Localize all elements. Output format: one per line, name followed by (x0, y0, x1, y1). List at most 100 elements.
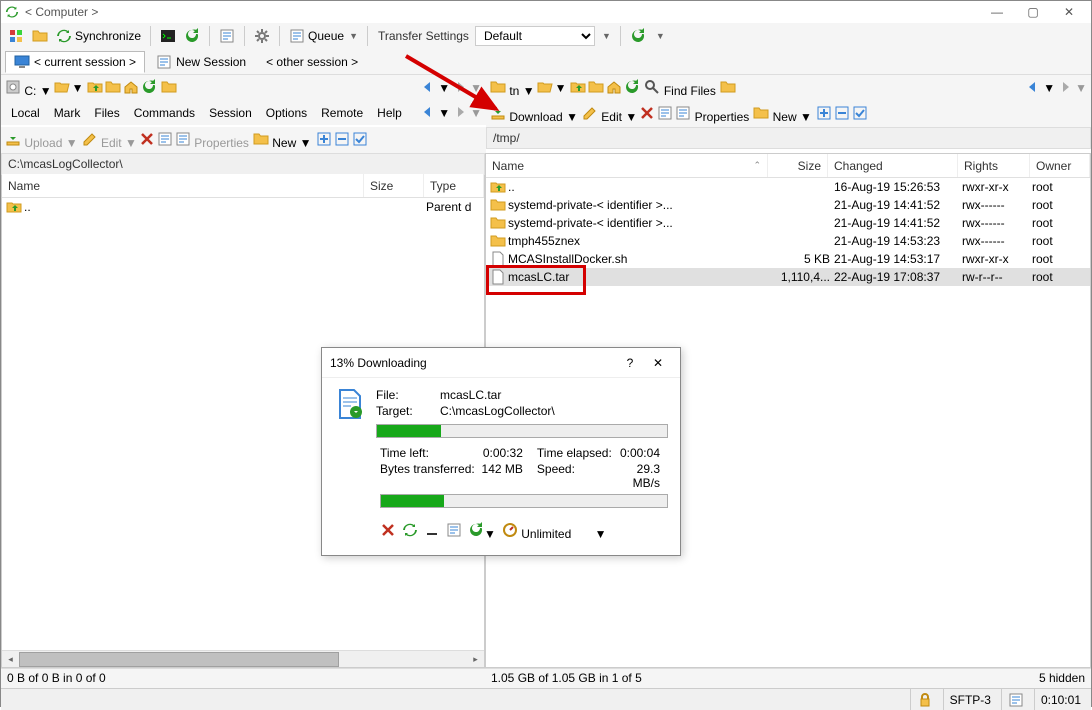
remote-parent-icon[interactable] (570, 79, 586, 98)
select-none-icon[interactable] (834, 105, 850, 124)
remote-action-bar: Download ▼ Edit ▼ Properties New ▼ (486, 101, 1091, 127)
local-open-folder-icon[interactable] (54, 79, 70, 98)
compare-dirs-icon[interactable] (29, 25, 51, 47)
transfer-settings-select[interactable]: Default (475, 26, 595, 46)
local-parent-icon[interactable] (87, 79, 103, 98)
local-path[interactable]: C:\mcasLogCollector\ (1, 153, 485, 175)
sync-browse-icon[interactable] (181, 25, 203, 47)
list-item[interactable]: .. Parent d (2, 198, 484, 216)
list-item[interactable]: mcasLC.tar 1,110,4... 22-Aug-19 17:08:37… (486, 268, 1090, 286)
queue-button[interactable]: Queue ▼ (286, 25, 361, 47)
reconnect-dropdown[interactable]: ▼ (651, 25, 668, 47)
dialog-close-button[interactable]: ✕ (644, 356, 672, 370)
disk-icon (5, 79, 21, 95)
download-button[interactable]: Download ▼ (490, 105, 578, 124)
list-item[interactable]: systemd-private-< identifier >... 21-Aug… (486, 196, 1090, 214)
speed-limit-button[interactable]: Unlimited ▼ (502, 522, 607, 541)
transfer-settings-dropdown[interactable]: ▼ (597, 25, 614, 47)
download-doc-icon (334, 388, 366, 420)
remote-edit-button[interactable]: Edit ▼ (582, 105, 637, 124)
remote-folder-dropdown[interactable]: ▼ (555, 81, 567, 95)
select-all-icon[interactable] (816, 105, 832, 124)
maximize-button[interactable]: ▢ (1015, 1, 1051, 23)
once-done-button[interactable]: ▼ (468, 522, 496, 541)
col-changed[interactable]: Changed (828, 154, 958, 177)
remote-open-folder-icon[interactable] (537, 79, 553, 98)
background-button[interactable] (402, 522, 418, 541)
speed: 29.3 MB/s (618, 462, 668, 490)
find-files-button[interactable]: Find Files (644, 79, 715, 98)
history-back-button[interactable] (420, 104, 436, 123)
remote-refresh-icon[interactable] (624, 79, 640, 98)
list-item[interactable]: MCASInstallDocker.sh 5 KB 21-Aug-19 14:5… (486, 250, 1090, 268)
local-edit-button[interactable]: Edit ▼ (82, 131, 137, 150)
local-select-none-icon[interactable] (334, 131, 350, 150)
remote-back-button[interactable] (1025, 79, 1041, 98)
remote-properties-button[interactable]: Properties (675, 105, 749, 124)
local-back-button[interactable] (420, 79, 436, 98)
remote-delete-button[interactable] (639, 105, 655, 124)
invert-selection-icon[interactable] (852, 105, 868, 124)
remote-home-icon[interactable] (606, 79, 622, 98)
grid-icon[interactable] (5, 25, 27, 47)
local-new-button[interactable]: New ▼ (253, 131, 312, 150)
menu-help[interactable]: Help (371, 104, 408, 122)
col-rights[interactable]: Rights (958, 154, 1030, 177)
remote-drive-select[interactable]: tn ▼ (490, 79, 535, 98)
reconnect-icon[interactable] (627, 25, 649, 47)
menu-session[interactable]: Session (203, 104, 258, 122)
remote-path[interactable]: /tmp/ (486, 127, 1091, 149)
col-name[interactable]: Name (2, 174, 364, 197)
local-scrollbar[interactable]: ◂ ▸ (2, 650, 484, 667)
col-type[interactable]: Type (424, 174, 484, 197)
local-drive-select[interactable]: C: ▼ (5, 79, 52, 98)
minimize-transfer-button[interactable] (424, 522, 440, 541)
menu-files[interactable]: Files (88, 104, 125, 122)
list-item[interactable]: systemd-private-< identifier >... 21-Aug… (486, 214, 1090, 232)
tab-other-session[interactable]: < other session > (257, 51, 367, 73)
col-size[interactable]: Size (364, 174, 424, 197)
local-forward-button[interactable] (452, 79, 468, 98)
tab-new-session[interactable]: New Session (147, 51, 255, 73)
terminal-icon[interactable] (157, 25, 179, 47)
local-invert-icon[interactable] (352, 131, 368, 150)
remote-forward-button[interactable] (1057, 79, 1073, 98)
transfer-settings-icon[interactable] (216, 25, 238, 47)
remote-rename-icon[interactable] (657, 105, 673, 124)
col-name-r[interactable]: Name⌃ (486, 154, 768, 177)
remote-new-button[interactable]: New ▼ (753, 105, 812, 124)
gear-icon[interactable] (251, 25, 273, 47)
col-size-r[interactable]: Size (768, 154, 828, 177)
col-owner[interactable]: Owner (1030, 154, 1090, 177)
local-root-icon[interactable] (105, 79, 121, 98)
tab-current-session[interactable]: < current session > (5, 51, 145, 73)
copy-icon[interactable] (446, 522, 462, 541)
local-bookmark-icon[interactable] (161, 79, 177, 98)
menu-mark[interactable]: Mark (48, 104, 87, 122)
history-forward-button[interactable] (452, 104, 468, 123)
list-item[interactable]: .. 16-Aug-19 15:26:53 rwxr-xr-x root (486, 178, 1090, 196)
local-delete-button[interactable] (139, 131, 155, 150)
local-home-icon[interactable] (123, 79, 139, 98)
menu-options[interactable]: Options (260, 104, 313, 122)
close-button[interactable]: ✕ (1051, 1, 1087, 23)
remote-root-icon[interactable] (588, 79, 604, 98)
minimize-button[interactable]: — (979, 1, 1015, 23)
local-select-all-icon[interactable] (316, 131, 332, 150)
remote-bookmark-icon[interactable] (720, 79, 736, 98)
menu-local[interactable]: Local (5, 104, 46, 122)
upload-button[interactable]: Upload ▼ (5, 131, 78, 150)
dialog-help-button[interactable]: ? (616, 356, 644, 370)
local-refresh-icon[interactable] (141, 79, 157, 98)
list-item[interactable]: tmph455znex 21-Aug-19 14:53:23 rwx------… (486, 232, 1090, 250)
menu-commands[interactable]: Commands (128, 104, 201, 122)
hidden-count: 5 hidden (1039, 671, 1085, 686)
synchronize-button[interactable]: Synchronize (53, 25, 144, 47)
menu-remote[interactable]: Remote (315, 104, 369, 122)
local-folder-dropdown[interactable]: ▼ (72, 81, 84, 95)
cancel-transfer-button[interactable] (380, 522, 396, 541)
menubar: Local Mark Files Commands Session Option… (1, 101, 486, 125)
local-rename-icon[interactable] (157, 131, 173, 150)
local-properties-button[interactable]: Properties (175, 131, 249, 150)
app-icon (5, 5, 19, 19)
